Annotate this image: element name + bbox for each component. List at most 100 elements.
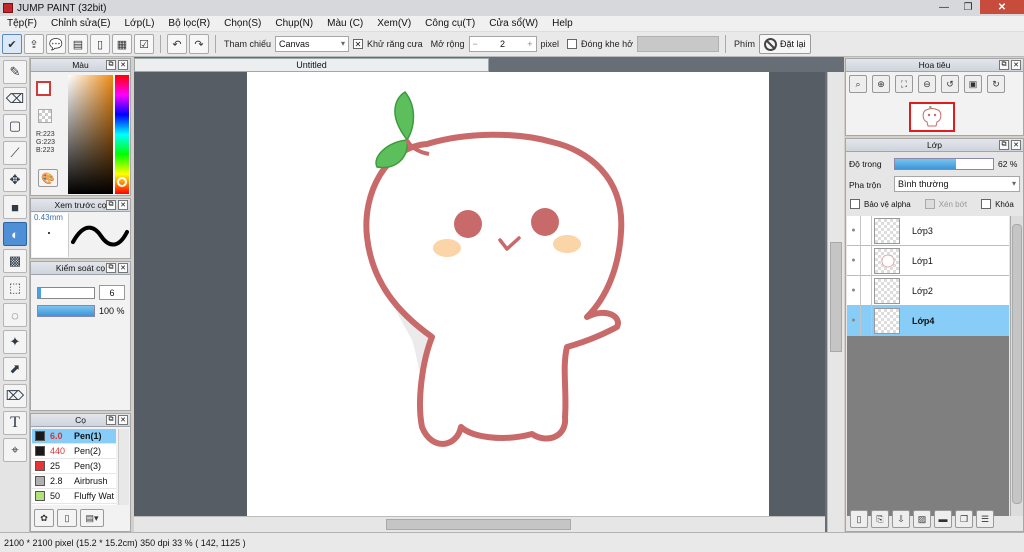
close-gap-checkbox[interactable]	[567, 39, 578, 49]
canvas-vertical-scrollbar[interactable]	[827, 72, 844, 532]
panel-float-icon[interactable]: ⧉	[106, 200, 116, 210]
canvas[interactable]	[247, 72, 769, 516]
move-tool-icon[interactable]: ✥	[3, 168, 27, 192]
visibility-icon[interactable]: ●	[847, 275, 861, 306]
panel-close-icon[interactable]: ✕	[118, 60, 128, 70]
lasso-tool-icon[interactable]: ◌	[3, 303, 27, 327]
speech-bubble-icon[interactable]: 💬	[46, 34, 66, 54]
layer-row[interactable]: ● Lớp2	[847, 275, 1009, 306]
layer-row-selected[interactable]: ● Lớp4	[847, 305, 1009, 336]
panel-float-icon[interactable]: ⧉	[106, 415, 116, 425]
transparent-color-swatch[interactable]	[38, 109, 52, 123]
zoom-in-icon[interactable]: ⊕	[872, 75, 890, 93]
reset-button[interactable]: Đặt lại	[759, 34, 811, 54]
panel-float-icon[interactable]: ⧉	[106, 263, 116, 273]
expand-decrement-icon[interactable]: −	[473, 39, 478, 49]
new-brush-icon[interactable]: ▯	[57, 509, 77, 527]
document-icon[interactable]: ▯	[90, 34, 110, 54]
zoom-icon[interactable]: ⌕	[849, 75, 867, 93]
fit-icon[interactable]: ▣	[964, 75, 982, 93]
horizontal-scroll-thumb[interactable]	[386, 519, 571, 530]
panel-close-icon[interactable]: ✕	[1011, 140, 1021, 150]
menu-capture[interactable]: Chụp(N)	[268, 18, 320, 29]
brush-list-scrollbar[interactable]	[118, 429, 129, 505]
rotate-right-icon[interactable]: ↻	[987, 75, 1005, 93]
primary-color-swatch[interactable]	[36, 81, 51, 96]
expand-increment-icon[interactable]: +	[527, 39, 532, 49]
panel-close-icon[interactable]: ✕	[118, 200, 128, 210]
hue-handle[interactable]	[117, 177, 127, 187]
reference-select[interactable]: Canvas ▾	[275, 36, 350, 52]
brush-settings-icon[interactable]: ✿	[34, 509, 54, 527]
panel-close-icon[interactable]: ✕	[118, 415, 128, 425]
navigator-preview[interactable]	[909, 102, 955, 132]
new-layer-icon[interactable]: ▯	[850, 510, 868, 528]
saturation-value-picker[interactable]	[68, 75, 113, 194]
menu-layer[interactable]: Lớp(L)	[118, 18, 162, 29]
blend-mode-select[interactable]: Bình thường ▾	[894, 176, 1020, 192]
brush-menu-icon[interactable]: ▤▾	[80, 509, 104, 527]
layer-scroll-thumb[interactable]	[1012, 224, 1022, 504]
text-tool-icon[interactable]: T	[3, 411, 27, 435]
layer-row[interactable]: ● Lớp3	[847, 215, 1009, 246]
menu-filter[interactable]: Bộ lọc(R)	[161, 18, 217, 29]
restore-icon[interactable]: ❐	[956, 0, 980, 14]
zoom-out-icon[interactable]: ⊖	[918, 75, 936, 93]
bucket-fill-tool-icon[interactable]: ◐	[3, 222, 27, 246]
layer-row[interactable]: ● Lớp1	[847, 245, 1009, 276]
minimize-icon[interactable]: —	[932, 0, 956, 14]
brush-opacity-slider[interactable]	[37, 305, 95, 317]
canvas-horizontal-scrollbar[interactable]	[134, 516, 825, 532]
check-icon[interactable]: ✔	[2, 34, 22, 54]
brush-item[interactable]: 2.8 Airbrush	[32, 474, 116, 489]
visibility-icon[interactable]: ●	[847, 245, 861, 276]
brush-item[interactable]: 25 Pen(3)	[32, 459, 116, 474]
export-icon[interactable]: ⇪	[24, 34, 44, 54]
menu-color[interactable]: Màu (C)	[320, 18, 370, 29]
palette-icon[interactable]: 🎨	[38, 169, 58, 187]
merge-layer-icon[interactable]: ⇩	[892, 510, 910, 528]
brush-size-input[interactable]: 6	[99, 285, 125, 300]
visibility-icon[interactable]: ●	[847, 215, 861, 246]
copy-layer-icon[interactable]: ⎘	[871, 510, 889, 528]
lock-checkbox[interactable]	[981, 199, 992, 209]
chat-icon[interactable]: ▤	[68, 34, 88, 54]
undo-icon[interactable]: ↶	[167, 34, 187, 54]
brush-item[interactable]: 440 Pen(2)	[32, 444, 116, 459]
duplicate-icon[interactable]: ❐	[955, 510, 973, 528]
antialias-checkbox[interactable]: ✕	[353, 39, 364, 49]
folder-icon[interactable]: ▬	[934, 510, 952, 528]
rotate-left-icon[interactable]: ↺	[941, 75, 959, 93]
menu-tools[interactable]: Công cụ(T)	[418, 18, 482, 29]
menu-select[interactable]: Chọn(S)	[217, 18, 268, 29]
layer-list-scrollbar[interactable]	[1010, 216, 1023, 516]
layer-opacity-slider[interactable]	[894, 158, 994, 170]
fill-rectangle-tool-icon[interactable]: ■	[3, 195, 27, 219]
menu-help[interactable]: Help	[545, 18, 580, 29]
brush-item[interactable]: 6.0 Pen(1)	[32, 429, 116, 444]
clip-checkbox[interactable]	[924, 199, 935, 209]
menu-edit[interactable]: Chỉnh sửa(E)	[44, 18, 118, 29]
brush-item[interactable]: 50 Fluffy Wat	[32, 489, 116, 504]
panel-float-icon[interactable]: ⧉	[999, 60, 1009, 70]
select-eraser-tool-icon[interactable]: ⌦	[3, 384, 27, 408]
document-tab[interactable]: Untitled	[134, 58, 489, 72]
close-icon[interactable]: ✕	[980, 0, 1024, 14]
panel-close-icon[interactable]: ✕	[118, 263, 128, 273]
pen-tool-icon[interactable]: ✎	[3, 60, 27, 84]
menu-file[interactable]: Tệp(F)	[0, 18, 44, 29]
magic-wand-tool-icon[interactable]: ✦	[3, 330, 27, 354]
menu-window[interactable]: Cửa sổ(W)	[482, 18, 545, 29]
gradient-tool-icon[interactable]: ▩	[3, 249, 27, 273]
checklist-icon[interactable]: ☑	[134, 34, 154, 54]
panel-float-icon[interactable]: ⧉	[999, 140, 1009, 150]
tone-layer-icon[interactable]: ▨	[913, 510, 931, 528]
panel-float-icon[interactable]: ⧉	[106, 60, 116, 70]
brush-size-slider[interactable]	[37, 287, 95, 299]
visibility-icon[interactable]: ●	[847, 305, 861, 336]
close-gap-slider[interactable]	[636, 36, 719, 52]
eyedropper-tool-icon[interactable]: ⌖	[3, 438, 27, 462]
panel-close-icon[interactable]: ✕	[1011, 60, 1021, 70]
select-pen-tool-icon[interactable]: ⬈	[3, 357, 27, 381]
vertical-scroll-thumb[interactable]	[830, 242, 842, 352]
